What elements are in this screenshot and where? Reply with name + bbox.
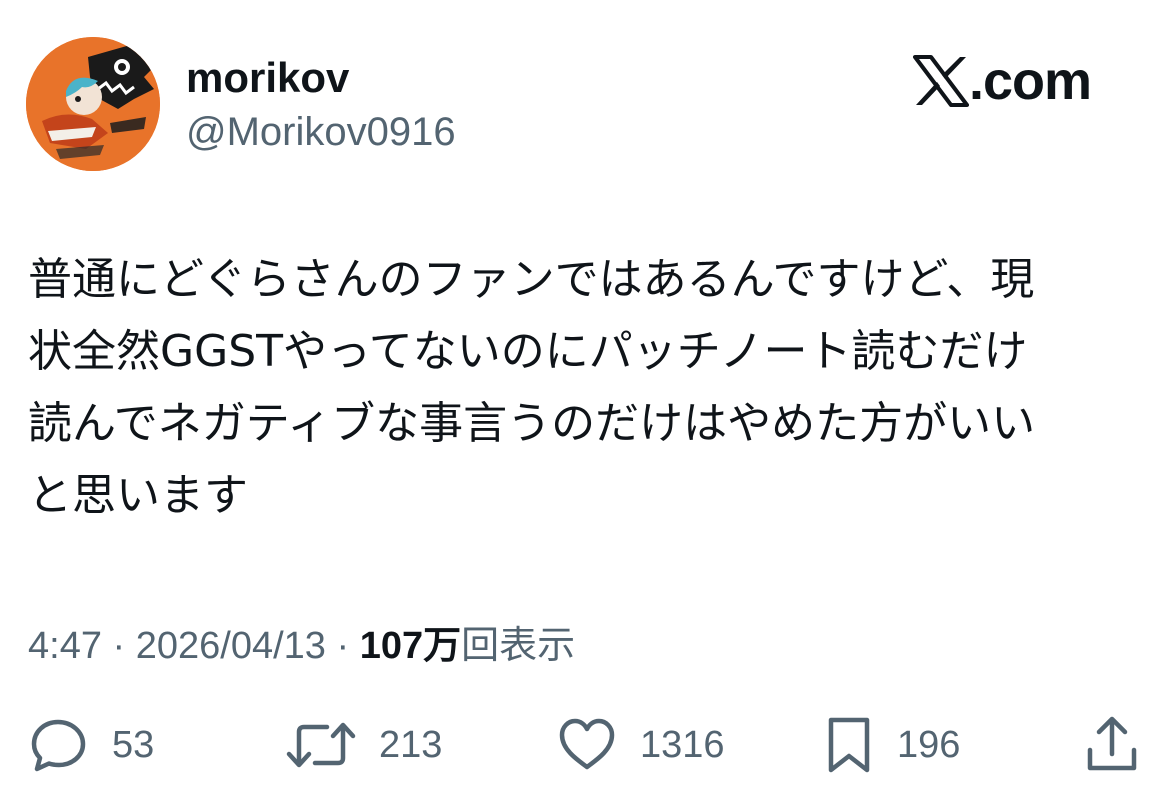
- tweet-meta: 4:47 · 2026/04/13 · 107万回表示: [28, 618, 575, 674]
- reply-count: 53: [112, 724, 155, 766]
- like-button[interactable]: 1316: [556, 710, 725, 780]
- repost-icon: [285, 714, 357, 776]
- avatar[interactable]: [26, 37, 160, 171]
- reply-icon: [28, 714, 90, 776]
- tweet-text-line: 状全然GGSTやってないのにパッチノート読むだけ: [28, 326, 1028, 377]
- tweet-text: 普通にどぐらさんのファンではあるんですけど、現 状全然GGSTやってないのにパッ…: [28, 244, 1138, 532]
- views-count: 107: [359, 625, 424, 667]
- site-logo: .com: [913, 50, 1092, 112]
- heart-icon: [556, 714, 618, 776]
- bookmark-count: 196: [897, 724, 961, 766]
- action-bar: 53 213 1316 196: [0, 710, 1170, 780]
- repost-button[interactable]: 213: [285, 710, 442, 780]
- bookmark-icon: [823, 714, 875, 776]
- display-name[interactable]: morikov: [186, 50, 349, 106]
- like-count: 1316: [640, 724, 725, 766]
- repost-count: 213: [379, 724, 443, 766]
- reply-button[interactable]: 53: [28, 710, 154, 780]
- views-label: 回表示: [461, 625, 576, 667]
- share-button[interactable]: [1084, 710, 1140, 780]
- user-handle[interactable]: @Morikov0916: [186, 104, 456, 160]
- x-logo-icon: [913, 55, 969, 107]
- views-unit: 万: [423, 625, 462, 667]
- tweet-text-line: 読んでネガティブな事言うのだけはやめた方がいい: [28, 398, 1036, 449]
- bookmark-button[interactable]: 196: [823, 710, 960, 780]
- tweet-card: morikov @Morikov0916 .com 普通にどぐらさんのファンでは…: [0, 0, 1170, 812]
- share-icon: [1084, 714, 1140, 776]
- tweet-text-line: 普通にどぐらさんのファンではあるんですけど、現: [28, 254, 1035, 305]
- tweet-time[interactable]: 4:47: [28, 625, 102, 667]
- tweet-text-line: と思います: [28, 470, 248, 521]
- site-domain: .com: [969, 51, 1092, 111]
- meta-separator: ·: [325, 625, 360, 667]
- meta-separator: ·: [101, 625, 136, 667]
- tweet-date[interactable]: 2026/04/13: [136, 625, 326, 667]
